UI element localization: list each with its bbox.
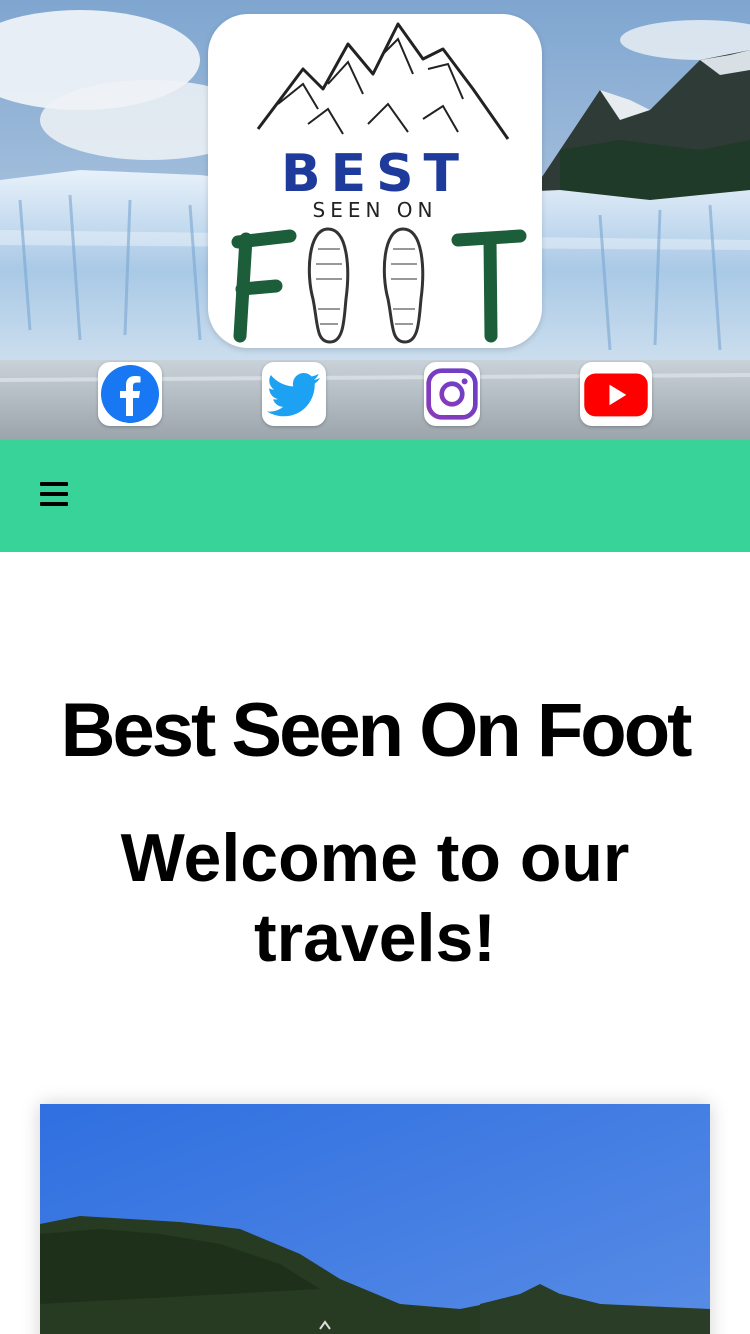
facebook-icon [101,365,159,423]
navigation-bar [0,440,750,552]
logo-text-best: BEST [280,144,470,204]
twitter-icon [267,373,320,417]
youtube-icon [584,373,648,417]
logo-text-seen-on: SEEN ON [312,198,438,222]
twitter-link[interactable] [262,362,326,426]
hamburger-menu-icon[interactable] [40,482,68,506]
site-title: Best Seen On Foot [60,688,693,773]
site-logo[interactable]: BEST SEEN ON [208,14,542,348]
instagram-icon [426,368,478,420]
featured-photo[interactable] [40,1104,710,1334]
facebook-link[interactable] [98,362,162,426]
welcome-heading: Welcome to our travels! [120,820,630,976]
youtube-link[interactable] [580,362,652,426]
instagram-link[interactable] [424,362,480,426]
header-hero: BEST SEEN ON [0,0,750,440]
page: BEST SEEN ON Best Seen On Foot Welcome t… [0,0,750,1334]
mountain-landscape-image [40,1104,710,1334]
